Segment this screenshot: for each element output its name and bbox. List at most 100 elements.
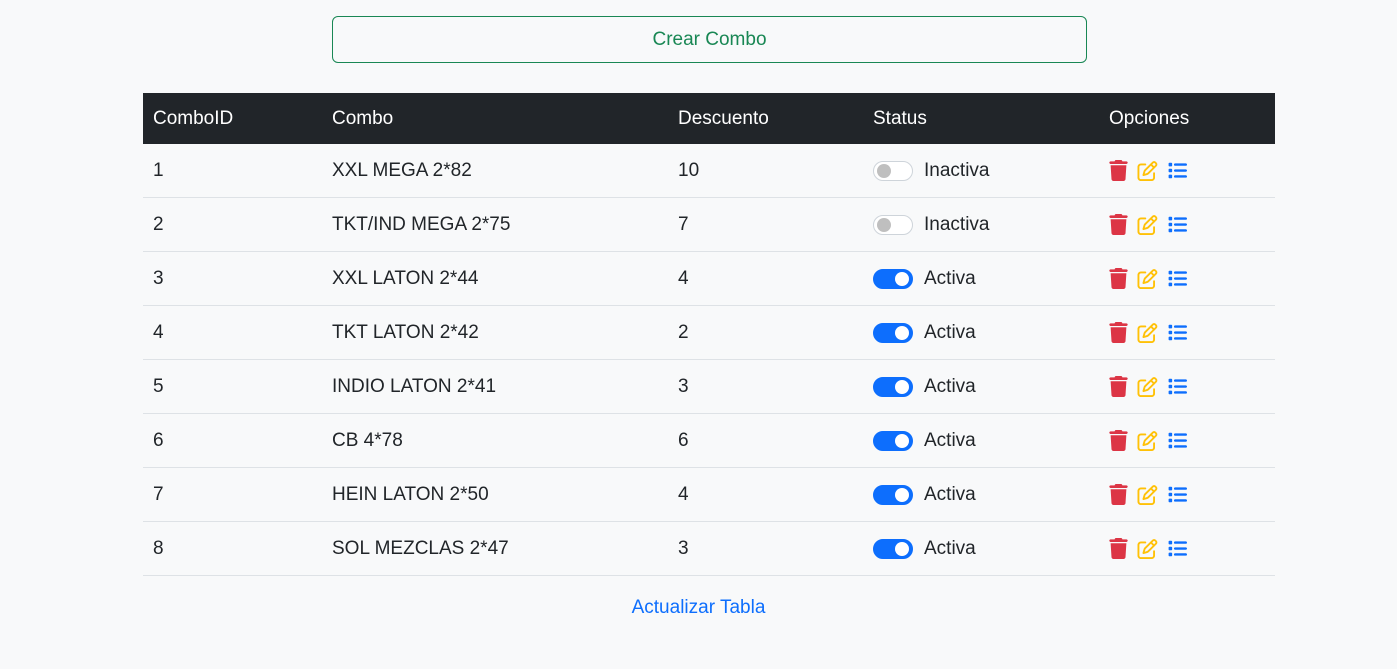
cell-opciones	[1099, 306, 1275, 360]
list-icon[interactable]	[1167, 269, 1188, 288]
cell-comboid: 6	[153, 429, 164, 451]
list-icon[interactable]	[1167, 377, 1188, 396]
status-label: Inactiva	[924, 213, 990, 235]
cell-descuento: 2	[678, 321, 689, 343]
cell-descuento: 7	[678, 213, 689, 235]
cell-combo: SOL MEZCLAS 2*47	[332, 537, 509, 559]
status-toggle[interactable]	[873, 322, 913, 343]
combos-table-container: ComboID Combo Descuento Status Opciones …	[143, 93, 1275, 576]
cell-opciones	[1099, 144, 1275, 198]
trash-icon[interactable]	[1109, 538, 1128, 559]
cell-comboid: 2	[153, 213, 164, 235]
list-icon[interactable]	[1167, 539, 1188, 558]
trash-icon[interactable]	[1109, 430, 1128, 451]
toggle-knob	[895, 487, 909, 502]
status-toggle[interactable]	[873, 430, 913, 451]
trash-icon[interactable]	[1109, 484, 1128, 505]
list-icon[interactable]	[1167, 323, 1188, 342]
list-icon[interactable]	[1167, 485, 1188, 504]
edit-icon[interactable]	[1137, 214, 1158, 235]
toggle-knob	[895, 433, 909, 448]
toggle-knob	[895, 541, 909, 556]
header-descuento: Descuento	[678, 107, 769, 129]
cell-status: Activa	[863, 468, 1099, 522]
cell-comboid: 3	[153, 267, 164, 289]
status-label: Activa	[924, 537, 976, 559]
cell-opciones	[1099, 522, 1275, 576]
cell-descuento: 4	[678, 267, 689, 289]
create-combo-button[interactable]: Crear Combo	[332, 16, 1087, 63]
cell-status: Activa	[863, 360, 1099, 414]
edit-icon[interactable]	[1137, 430, 1158, 451]
status-toggle[interactable]	[873, 268, 913, 289]
cell-comboid: 1	[153, 159, 164, 181]
status-toggle[interactable]	[873, 214, 913, 235]
toggle-knob	[895, 379, 909, 394]
refresh-table-link[interactable]: Actualizar Tabla	[632, 597, 766, 618]
table-header-row: ComboID Combo Descuento Status Opciones	[143, 93, 1275, 144]
cell-descuento: 4	[678, 483, 689, 505]
header-combo: Combo	[332, 107, 394, 129]
status-label: Inactiva	[924, 159, 990, 181]
table-row: 4 TKT LATON 2*42 2 Activa	[143, 306, 1275, 360]
status-toggle[interactable]	[873, 484, 913, 505]
cell-combo: TKT LATON 2*42	[332, 321, 479, 343]
table-row: 6 CB 4*78 6 Activa	[143, 414, 1275, 468]
cell-descuento: 3	[678, 537, 689, 559]
status-toggle[interactable]	[873, 160, 913, 181]
cell-descuento: 6	[678, 429, 689, 451]
refresh-table-container: Actualizar Tabla	[0, 597, 1397, 619]
cell-combo: HEIN LATON 2*50	[332, 483, 489, 505]
trash-icon[interactable]	[1109, 214, 1128, 235]
table-row: 7 HEIN LATON 2*50 4 Activa	[143, 468, 1275, 522]
trash-icon[interactable]	[1109, 376, 1128, 397]
header-opciones: Opciones	[1109, 107, 1190, 129]
cell-opciones	[1099, 252, 1275, 306]
toggle-knob	[895, 271, 909, 286]
cell-combo: TKT/IND MEGA 2*75	[332, 213, 511, 235]
cell-status: Activa	[863, 306, 1099, 360]
cell-comboid: 7	[153, 483, 164, 505]
trash-icon[interactable]	[1109, 160, 1128, 181]
edit-icon[interactable]	[1137, 268, 1158, 289]
cell-descuento: 3	[678, 375, 689, 397]
edit-icon[interactable]	[1137, 538, 1158, 559]
cell-combo: XXL MEGA 2*82	[332, 159, 472, 181]
combos-table: ComboID Combo Descuento Status Opciones …	[143, 93, 1275, 576]
status-toggle[interactable]	[873, 538, 913, 559]
status-toggle[interactable]	[873, 376, 913, 397]
table-body: 1 XXL MEGA 2*82 10 Inactiva 2 TKT/IND MEGA 2*…	[143, 144, 1275, 576]
edit-icon[interactable]	[1137, 160, 1158, 181]
status-label: Activa	[924, 267, 976, 289]
toggle-knob	[895, 325, 909, 340]
cell-combo: INDIO LATON 2*41	[332, 375, 497, 397]
cell-status: Activa	[863, 252, 1099, 306]
list-icon[interactable]	[1167, 215, 1188, 234]
toggle-knob	[877, 217, 891, 232]
toggle-knob	[877, 163, 891, 178]
cell-status: Activa	[863, 522, 1099, 576]
cell-combo: CB 4*78	[332, 429, 403, 451]
table-row: 3 XXL LATON 2*44 4 Activa	[143, 252, 1275, 306]
cell-status: Inactiva	[863, 144, 1099, 198]
cell-descuento: 10	[678, 159, 700, 181]
header-comboid: ComboID	[153, 107, 234, 129]
cell-opciones	[1099, 468, 1275, 522]
trash-icon[interactable]	[1109, 268, 1128, 289]
status-label: Activa	[924, 483, 976, 505]
cell-opciones	[1099, 414, 1275, 468]
header-status: Status	[873, 107, 927, 129]
table-row: 8 SOL MEZCLAS 2*47 3 Activa	[143, 522, 1275, 576]
cell-comboid: 8	[153, 537, 164, 559]
trash-icon[interactable]	[1109, 322, 1128, 343]
status-label: Activa	[924, 429, 976, 451]
edit-icon[interactable]	[1137, 376, 1158, 397]
edit-icon[interactable]	[1137, 322, 1158, 343]
table-row: 5 INDIO LATON 2*41 3 Activa	[143, 360, 1275, 414]
edit-icon[interactable]	[1137, 484, 1158, 505]
list-icon[interactable]	[1167, 431, 1188, 450]
status-label: Activa	[924, 375, 976, 397]
cell-comboid: 5	[153, 375, 164, 397]
list-icon[interactable]	[1167, 161, 1188, 180]
table-row: 1 XXL MEGA 2*82 10 Inactiva	[143, 144, 1275, 198]
